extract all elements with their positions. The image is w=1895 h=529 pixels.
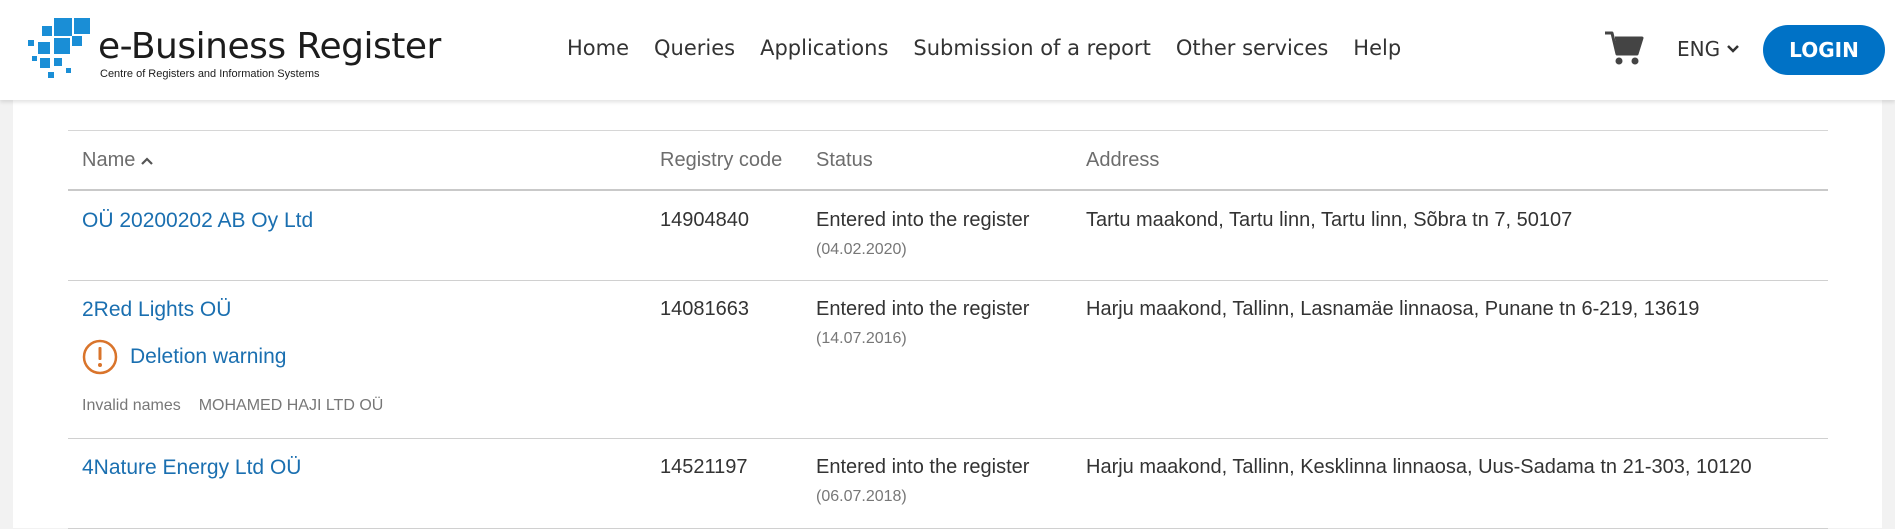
nav-home[interactable]: Home <box>567 36 629 60</box>
results-table: Name Registry code Status Address OÜ 202… <box>68 130 1828 529</box>
deletion-warning[interactable]: Deletion warning <box>82 339 286 375</box>
column-header-address[interactable]: Address <box>1086 149 1159 172</box>
nav-queries[interactable]: Queries <box>654 36 735 60</box>
status-date: (04.02.2020) <box>816 241 907 258</box>
nav-other-services[interactable]: Other services <box>1176 36 1328 60</box>
address: Tartu maakond, Tartu linn, Tartu linn, S… <box>1086 209 1573 231</box>
column-header-name[interactable]: Name <box>82 149 154 172</box>
language-selector[interactable]: ENG <box>1677 37 1740 61</box>
nav-applications[interactable]: Applications <box>760 36 888 60</box>
logo[interactable]: e-Business Register Centre of Registers … <box>28 18 448 82</box>
login-button[interactable]: LOGIN <box>1763 25 1885 75</box>
company-name-link[interactable]: 2Red Lights OÜ <box>82 298 231 322</box>
table-header: Name Registry code Status Address <box>68 131 1828 191</box>
address: Harju maakond, Tallinn, Kesklinna linnao… <box>1086 456 1752 478</box>
address: Harju maakond, Tallinn, Lasnamäe linnaos… <box>1086 298 1700 320</box>
results-card: Name Registry code Status Address OÜ 202… <box>13 100 1882 529</box>
sort-ascending-icon <box>141 156 154 165</box>
invalid-names-label: Invalid names <box>82 397 181 414</box>
registry-code: 14904840 <box>660 209 749 231</box>
column-header-registry-code[interactable]: Registry code <box>660 149 782 172</box>
status-date: (14.07.2016) <box>816 330 907 347</box>
table-row: 4Nature Energy Ltd OÜ 14521197 Entered i… <box>68 439 1828 529</box>
nav-submission-of-report[interactable]: Submission of a report <box>913 36 1150 60</box>
status-date: (06.07.2018) <box>816 488 907 505</box>
logo-title: e-Business Register <box>98 26 441 67</box>
logo-mark-icon <box>28 18 90 78</box>
language-label: ENG <box>1677 37 1721 61</box>
status-text: Entered into the register <box>816 209 1030 231</box>
cart-icon[interactable] <box>1604 30 1644 66</box>
status-text: Entered into the register <box>816 456 1030 478</box>
main-nav: Home Queries Applications Submission of … <box>567 36 1426 60</box>
warning-icon <box>82 339 118 375</box>
registry-code: 14521197 <box>660 456 748 478</box>
invalid-names: Invalid names MOHAMED HAJI LTD OÜ <box>82 397 383 415</box>
invalid-names-value: MOHAMED HAJI LTD OÜ <box>198 397 384 414</box>
column-header-status[interactable]: Status <box>816 149 873 172</box>
registry-code: 14081663 <box>660 298 749 320</box>
company-name-link[interactable]: 4Nature Energy Ltd OÜ <box>82 456 301 480</box>
table-row: 2Red Lights OÜ Deletion warning Invalid … <box>68 281 1828 439</box>
company-name-link[interactable]: OÜ 20200202 AB Oy Ltd <box>82 209 313 233</box>
logo-subtitle: Centre of Registers and Information Syst… <box>100 68 320 80</box>
deletion-warning-label: Deletion warning <box>130 345 287 368</box>
site-header: e-Business Register Centre of Registers … <box>0 0 1895 100</box>
status-text: Entered into the register <box>816 298 1030 320</box>
column-header-name-label: Name <box>82 149 136 171</box>
nav-help[interactable]: Help <box>1353 36 1401 60</box>
table-row: OÜ 20200202 AB Oy Ltd 14904840 Entered i… <box>68 191 1828 281</box>
chevron-down-icon <box>1727 45 1739 53</box>
